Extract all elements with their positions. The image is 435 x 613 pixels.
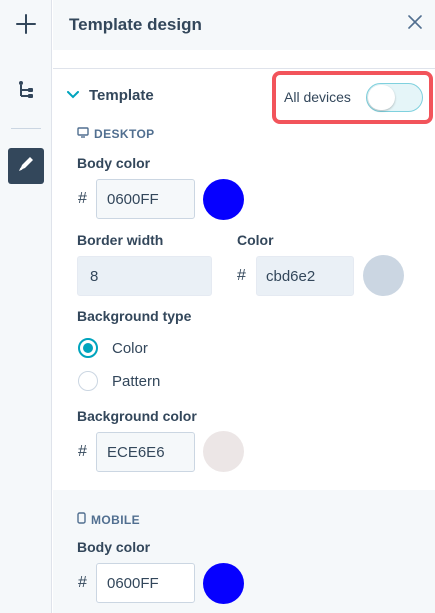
radio-option-color[interactable]: Color [78,338,148,358]
desktop-label-text: DESKTOP [94,127,155,141]
background-type-label: Background type [77,308,192,324]
mobile-icon [77,512,86,527]
background-color-swatch[interactable] [203,431,244,472]
pencil-icon [17,155,35,178]
border-color-input[interactable]: cbd6e2 [256,256,354,296]
radio-option-pattern[interactable]: Pattern [78,371,160,391]
border-width-input[interactable]: 8 [77,256,212,296]
radio-color[interactable] [78,338,98,358]
border-color-label: Color [237,232,274,248]
close-icon [408,14,422,34]
template-section-toggle[interactable]: Template [67,86,154,104]
radio-pattern-label: Pattern [112,372,161,390]
mobile-body-color-label: Body color [77,539,151,555]
all-devices-label: All devices [284,89,351,105]
mobile-body-color-swatch[interactable] [203,563,244,604]
desktop-icon [77,127,89,141]
border-width-label: Border width [77,232,164,248]
mobile-body-color-input[interactable]: 0600FF [96,563,195,603]
hash-symbol: # [237,267,246,284]
close-button[interactable] [403,12,427,36]
plus-icon [16,13,36,39]
body-color-input[interactable]: 0600FF [96,179,195,219]
radio-color-label: Color [112,339,148,357]
left-rail [0,0,52,613]
section-title: Template [89,86,154,104]
all-devices-toggle[interactable] [366,83,423,112]
mobile-label-text: MOBILE [91,512,141,527]
hash-symbol: # [78,190,87,207]
panel-title: Template design [69,15,202,34]
mobile-section: MOBILE Body color # 0600FF [53,490,435,613]
body-color-label: Body color [77,155,151,171]
panel-header: Template design [53,0,435,50]
header-divider [53,68,435,69]
rail-divider [11,128,41,129]
design-button[interactable] [8,148,44,184]
radio-pattern[interactable] [78,371,98,391]
border-color-swatch[interactable] [363,255,404,296]
desktop-label: DESKTOP [77,127,155,141]
add-button[interactable] [8,8,44,44]
toggle-knob [368,85,395,110]
body-color-swatch[interactable] [203,179,244,220]
chevron-down-icon [67,86,79,104]
mobile-label: MOBILE [77,512,140,527]
hash-symbol: # [78,443,87,460]
tree-structure-icon [17,80,35,105]
structure-button[interactable] [8,74,44,110]
hash-symbol: # [78,574,87,591]
background-color-input[interactable]: ECE6E6 [96,432,195,472]
template-design-panel: Template design Template All devices DES… [53,0,435,613]
background-color-label: Background color [77,408,197,424]
